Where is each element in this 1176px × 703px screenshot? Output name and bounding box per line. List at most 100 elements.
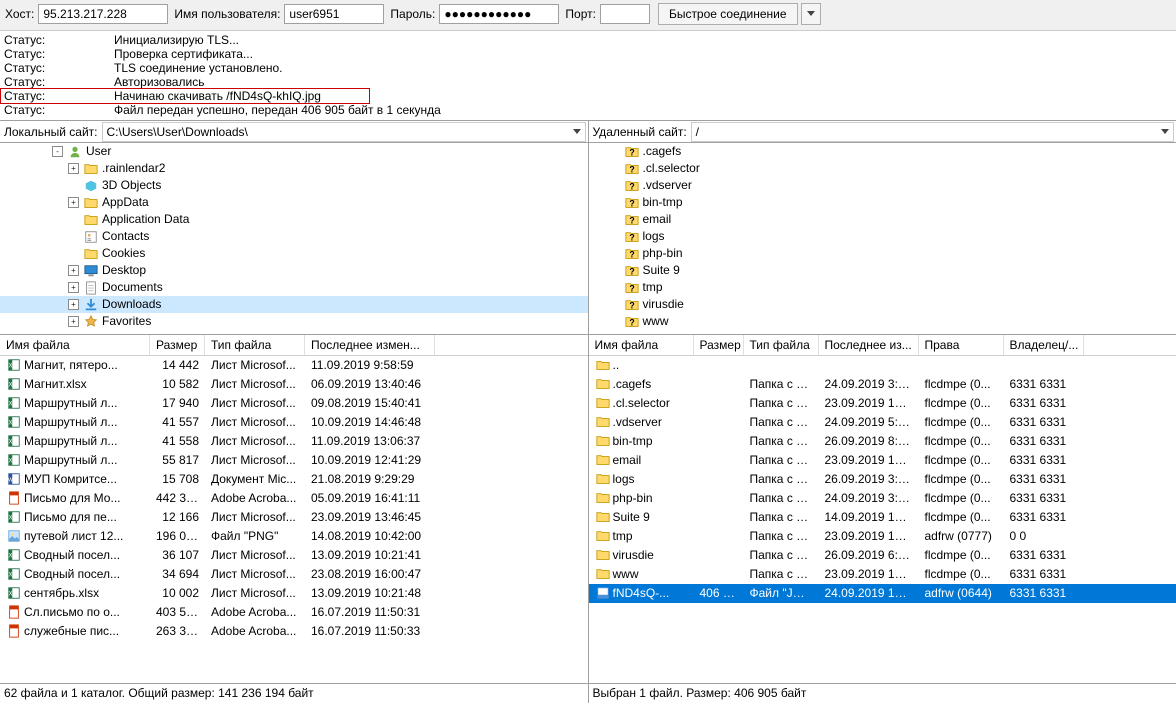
cell-own: 6331 6331: [1004, 565, 1084, 584]
tree-item[interactable]: Application Data: [0, 211, 588, 228]
cell-name: Магнит, пятеро...: [0, 356, 150, 375]
file-row[interactable]: Сводный посел...36 107Лист Microsof...13…: [0, 546, 588, 565]
file-row[interactable]: .cagefsПапка с ф...24.09.2019 3:00:...fl…: [589, 375, 1176, 394]
tree-item[interactable]: + Desktop: [0, 262, 588, 279]
tree-item[interactable]: email: [589, 211, 1176, 228]
file-row[interactable]: bin-tmpПапка с ф...26.09.2019 8:28:...fl…: [589, 432, 1176, 451]
tree-item[interactable]: .cagefs: [589, 143, 1176, 160]
file-row[interactable]: emailПапка с ф...23.09.2019 19:5...flcdm…: [589, 451, 1176, 470]
q-icon: [624, 297, 640, 313]
column-header[interactable]: Размер: [694, 335, 744, 355]
file-row[interactable]: .cl.selectorПапка с ф...23.09.2019 19:5.…: [589, 394, 1176, 413]
expand-toggle[interactable]: +: [68, 316, 79, 327]
file-row[interactable]: сентябрь.xlsx10 002Лист Microsof...13.09…: [0, 584, 588, 603]
local-path-label: Локальный сайт:: [0, 125, 102, 139]
local-path-select[interactable]: C:\Users\User\Downloads\: [102, 122, 586, 142]
expand-toggle[interactable]: +: [68, 299, 79, 310]
file-row[interactable]: служебные пис...263 362Adobe Acroba...16…: [0, 622, 588, 641]
file-row[interactable]: .vdserverПапка с ф...24.09.2019 5:55:...…: [589, 413, 1176, 432]
cell-size: 15 708: [150, 470, 205, 489]
cell-own: 6331 6331: [1004, 413, 1084, 432]
q-icon: [624, 280, 640, 296]
tree-item[interactable]: .cl.selector: [589, 160, 1176, 177]
file-row[interactable]: Маршрутный л...41 558Лист Microsof...11.…: [0, 432, 588, 451]
tree-item[interactable]: virusdie: [589, 296, 1176, 313]
expand-toggle[interactable]: +: [68, 163, 79, 174]
tree-label: AppData: [102, 194, 149, 211]
status-bar: 62 файла и 1 каталог. Общий размер: 141 …: [0, 683, 1176, 703]
tree-label: Desktop: [102, 262, 146, 279]
column-header[interactable]: Тип файла: [205, 335, 305, 355]
tree-item[interactable]: .vdserver: [589, 177, 1176, 194]
column-header[interactable]: Последнее из...: [819, 335, 919, 355]
xls-icon: [6, 376, 22, 392]
tree-item[interactable]: logs: [589, 228, 1176, 245]
column-header[interactable]: Имя файла: [0, 335, 150, 355]
column-header[interactable]: Размер: [150, 335, 205, 355]
host-input[interactable]: [38, 4, 168, 24]
tree-item[interactable]: bin-tmp: [589, 194, 1176, 211]
column-header[interactable]: Владелец/...: [1004, 335, 1084, 355]
log-row: Статус:Проверка сертификата...: [4, 47, 1172, 61]
file-row[interactable]: Магнит.xlsx10 582Лист Microsof...06.09.2…: [0, 375, 588, 394]
tree-item[interactable]: php-bin: [589, 245, 1176, 262]
quickconnect-button[interactable]: Быстрое соединение: [658, 3, 798, 25]
remote-tree[interactable]: .cagefs.cl.selector.vdserverbin-tmpemail…: [589, 143, 1176, 335]
file-row[interactable]: Маршрутный л...55 817Лист Microsof...10.…: [0, 451, 588, 470]
column-header[interactable]: Последнее измен...: [305, 335, 435, 355]
tree-item[interactable]: + AppData: [0, 194, 588, 211]
local-tree[interactable]: -User+.rainlendar23D Objects + AppDataAppl…: [0, 143, 588, 335]
user-input[interactable]: [284, 4, 384, 24]
expand-toggle[interactable]: +: [68, 197, 79, 208]
column-header[interactable]: Права: [919, 335, 1004, 355]
connection-toolbar: Хост: Имя пользователя: Пароль: Порт: Бы…: [0, 0, 1176, 31]
expand-toggle[interactable]: +: [68, 282, 79, 293]
tree-label: Application Data: [102, 211, 189, 228]
port-input[interactable]: [600, 4, 650, 24]
file-row[interactable]: virusdieПапка с ф...26.09.2019 6:11:...f…: [589, 546, 1176, 565]
tree-item[interactable]: -User: [0, 143, 588, 160]
fld-icon: [595, 452, 611, 468]
file-row[interactable]: Магнит, пятеро...14 442Лист Microsof...1…: [0, 356, 588, 375]
tree-item[interactable]: Contacts: [0, 228, 588, 245]
tree-item[interactable]: Cookies: [0, 245, 588, 262]
column-header[interactable]: Имя файла: [589, 335, 694, 355]
tree-item[interactable]: Suite 9: [589, 262, 1176, 279]
cell-type: Папка с ф...: [744, 413, 819, 432]
tree-item[interactable]: 3D Objects: [0, 177, 588, 194]
cell-perm: flcdmpe (0...: [919, 508, 1004, 527]
file-row[interactable]: Маршрутный л...17 940Лист Microsof...09.…: [0, 394, 588, 413]
file-row[interactable]: ..: [589, 356, 1176, 375]
remote-listview[interactable]: Имя файлаРазмерТип файлаПоследнее из...П…: [589, 335, 1176, 683]
file-row[interactable]: tmpПапка с ф...23.09.2019 19:5...adfrw (…: [589, 527, 1176, 546]
file-row[interactable]: wwwПапка с ф...23.09.2019 19:5...flcdmpe…: [589, 565, 1176, 584]
file-row[interactable]: logsПапка с ф...26.09.2019 3:38:...flcdm…: [589, 470, 1176, 489]
cell-date: 13.09.2019 10:21:48: [305, 584, 435, 603]
file-row[interactable]: fND4sQ-...406 905Файл "JPG"24.09.2019 16…: [589, 584, 1176, 603]
file-row[interactable]: МУП Комритсе...15 708Документ Mic...21.0…: [0, 470, 588, 489]
tree-item[interactable]: +Downloads: [0, 296, 588, 313]
tree-item[interactable]: www: [589, 313, 1176, 330]
local-listview[interactable]: Имя файлаРазмерТип файлаПоследнее измен.…: [0, 335, 588, 683]
tree-label: Contacts: [102, 228, 149, 245]
file-row[interactable]: php-binПапка с ф...24.09.2019 3:01:...fl…: [589, 489, 1176, 508]
file-row[interactable]: Письмо для пе...12 166Лист Microsof...23…: [0, 508, 588, 527]
tree-item[interactable]: +.rainlendar2: [0, 160, 588, 177]
password-input[interactable]: [439, 4, 559, 24]
quickconnect-dropdown[interactable]: [801, 3, 821, 25]
file-row[interactable]: Сл.письмо по о...403 521Adobe Acroba...1…: [0, 603, 588, 622]
tree-item[interactable]: +Documents: [0, 279, 588, 296]
tree-item[interactable]: tmp: [589, 279, 1176, 296]
file-row[interactable]: путевой лист 12...196 007Файл "PNG"14.08…: [0, 527, 588, 546]
expand-toggle[interactable]: -: [52, 146, 63, 157]
tree-item[interactable]: +Favorites: [0, 313, 588, 330]
file-row[interactable]: Сводный посел...34 694Лист Microsof...23…: [0, 565, 588, 584]
file-row[interactable]: Маршрутный л...41 557Лист Microsof...10.…: [0, 413, 588, 432]
file-row[interactable]: Suite 9Папка с ф...14.09.2019 17:1...flc…: [589, 508, 1176, 527]
cell-date: 16.07.2019 11:50:31: [305, 603, 435, 622]
expand-toggle[interactable]: +: [68, 265, 79, 276]
remote-path-select[interactable]: /: [691, 122, 1174, 142]
port-label: Порт:: [565, 7, 596, 21]
column-header[interactable]: Тип файла: [744, 335, 819, 355]
file-row[interactable]: Письмо для Мо...442 313Adobe Acroba...05…: [0, 489, 588, 508]
